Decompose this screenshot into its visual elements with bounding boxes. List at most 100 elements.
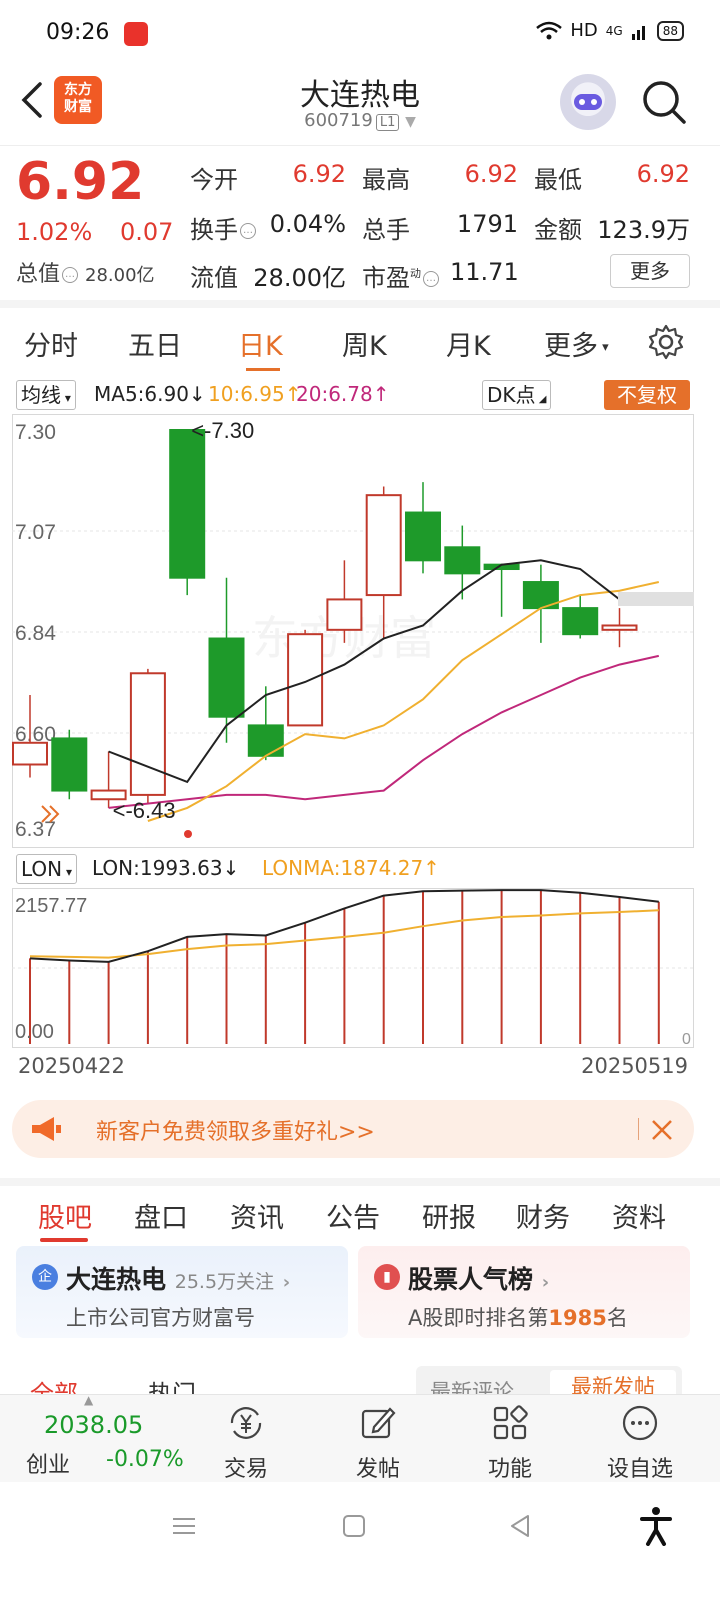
- period-tabs: 分时 五日 日K 周K 月K 更多 ▾: [0, 316, 720, 372]
- lon-selector-dropdown[interactable]: LON ▾: [16, 854, 77, 884]
- assistant-robot-icon[interactable]: [560, 74, 616, 130]
- sort-latest-post[interactable]: 最新发帖: [550, 1370, 676, 1394]
- popularity-ranking-card[interactable]: ▮ 股票人气榜 › A股即时排名第1985名: [358, 1246, 690, 1338]
- watchlist-label: 设自选: [606, 1457, 673, 1482]
- caret-down-icon: ▾: [61, 391, 71, 405]
- tab-pankou[interactable]: 盘口: [134, 1196, 188, 1235]
- dk-label: DK点: [487, 383, 536, 407]
- index-change: -0.07%: [106, 1447, 184, 1472]
- stock-code: 600719: [304, 110, 373, 131]
- y-tick-label: 0.00: [15, 1021, 54, 1043]
- caret-down-icon: ▾: [598, 340, 609, 355]
- close-icon[interactable]: [648, 1116, 676, 1144]
- tab-daily-k[interactable]: 日K: [238, 324, 283, 363]
- active-tab-indicator: [40, 1238, 88, 1242]
- company-card-subtitle: 上市公司官方财富号: [66, 1306, 255, 1330]
- bar-chart-icon: ▮: [374, 1264, 400, 1290]
- enterprise-badge-icon: 企: [32, 1264, 58, 1290]
- stock-header: 东方 财富 大连热电 600719 L1 ▼: [0, 70, 720, 146]
- ma-selector-label: 均线: [21, 383, 61, 407]
- ma-selector-dropdown[interactable]: 均线 ▾: [16, 380, 76, 410]
- ranking-title: 股票人气榜: [408, 1265, 534, 1294]
- x-axis-end-date: 20250519: [581, 1054, 688, 1078]
- app-notification-icon: [124, 22, 148, 46]
- tab-announcements[interactable]: 公告: [326, 1196, 380, 1235]
- caret-up-icon[interactable]: ▲: [84, 1393, 93, 1407]
- y-tick-label: 7.30: [15, 421, 56, 444]
- dk-point-dropdown[interactable]: DK点 ◢: [482, 380, 552, 410]
- more-quote-button[interactable]: 更多: [610, 254, 690, 288]
- tab-profile[interactable]: 资料: [612, 1196, 666, 1235]
- total-market-value[interactable]: 总值… 28.00亿: [16, 256, 155, 288]
- event-dot[interactable]: [184, 830, 192, 838]
- grid-icon: [493, 1405, 528, 1440]
- menu-icon[interactable]: [170, 1512, 198, 1540]
- rank-number: 1985: [548, 1306, 607, 1330]
- rank-suffix: 名: [606, 1306, 628, 1330]
- megaphone-icon: [32, 1117, 61, 1141]
- tab-weekly-k[interactable]: 周K: [342, 324, 387, 363]
- tab-intraday[interactable]: 分时: [24, 324, 78, 363]
- filter-all[interactable]: 全部: [30, 1374, 78, 1394]
- sort-latest-comment[interactable]: 最新评论: [430, 1376, 514, 1394]
- promo-banner[interactable]: 新客户免费领取多重好礼>>: [12, 1100, 694, 1158]
- gear-icon[interactable]: [646, 322, 686, 362]
- tab-five-day[interactable]: 五日: [128, 324, 182, 363]
- search-icon[interactable]: [640, 78, 688, 126]
- ranking-card-subtitle: A股即时排名第1985名: [408, 1302, 628, 1332]
- lon-indicator-chart[interactable]: 2157.77 0.00 0: [12, 888, 694, 1048]
- post-filter-row: 全部 热门 最新评论 最新发帖: [0, 1360, 720, 1394]
- high-annotation: <-7.30: [191, 418, 254, 443]
- low-label: 最低: [534, 166, 582, 194]
- tab-guba[interactable]: 股吧: [38, 1196, 92, 1235]
- pe-dynamic-mark: 动: [410, 267, 421, 280]
- info-icon: …: [62, 267, 79, 283]
- functions-button[interactable]: 功能: [460, 1403, 560, 1483]
- company-account-card[interactable]: 企 大连热电 25.5万关注 › 上市公司官方财富号: [16, 1246, 348, 1338]
- quote-panel: 6.92 1.02% 0.07 总值… 28.00亿 今开 6.92 最高 6.…: [0, 146, 720, 308]
- trade-yen-icon: [230, 1407, 262, 1439]
- add-watchlist-button[interactable]: 设自选: [590, 1403, 690, 1483]
- index-value[interactable]: 2038.05: [44, 1411, 143, 1439]
- accessibility-icon[interactable]: [638, 1506, 674, 1546]
- company-name: 大连热电: [66, 1265, 167, 1294]
- status-indicators: HD 4G 88: [536, 20, 684, 41]
- tab-financials[interactable]: 财务: [516, 1196, 570, 1235]
- index-name[interactable]: 创业: [26, 1447, 70, 1479]
- signal-icon: [631, 25, 645, 40]
- float-mv-value: 28.00亿: [253, 264, 346, 292]
- home-icon[interactable]: [340, 1512, 368, 1540]
- tab-more[interactable]: 更多 ▾: [544, 324, 609, 363]
- post-button[interactable]: 发帖: [328, 1403, 428, 1483]
- lon-value: LON:1993.63↓: [92, 856, 240, 880]
- status-bar: 09:26 HD 4G 88: [0, 0, 720, 70]
- candlestick-chart[interactable]: 东方财富 7.307.076.846.606.37 <-7.30<-6.43: [12, 414, 694, 848]
- info-icon: …: [423, 271, 439, 287]
- signal-label: 4G: [605, 23, 623, 38]
- trade-button[interactable]: 交易: [196, 1403, 296, 1483]
- change-percent: 1.02%: [16, 218, 93, 246]
- turnover-label[interactable]: 换手…: [190, 210, 256, 245]
- open-label: 今开: [190, 166, 238, 194]
- tab-news[interactable]: 资讯: [230, 1196, 284, 1235]
- high-value: 6.92: [464, 160, 518, 188]
- caret-down-icon: ▾: [62, 865, 72, 879]
- back-triangle-icon[interactable]: [506, 1512, 534, 1540]
- lonma-value: LONMA:1874.27↑: [262, 856, 440, 880]
- chevron-right-icon: ›: [541, 1272, 550, 1293]
- followers-count: 25.5万关注: [174, 1271, 275, 1293]
- candle: [169, 429, 206, 596]
- tab-research[interactable]: 研报: [422, 1196, 476, 1235]
- right-axis-label: 0: [682, 1031, 691, 1048]
- no-adjust-button[interactable]: 不复权: [604, 380, 690, 410]
- tab-monthly-k[interactable]: 月K: [446, 324, 491, 363]
- more-dots-icon: [622, 1405, 658, 1441]
- tab-more-label: 更多: [544, 331, 598, 362]
- ma20-value: 20:6.78↑: [296, 382, 390, 406]
- ranking-card-title: 股票人气榜 ›: [408, 1260, 549, 1296]
- filter-hot[interactable]: 热门: [148, 1374, 196, 1394]
- low-annotation: <-6.43: [113, 798, 176, 823]
- promo-text: 新客户免费领取多重好礼>>: [96, 1120, 375, 1145]
- pe-label[interactable]: 市盈动…: [362, 258, 439, 293]
- turnover-value: 0.04%: [269, 210, 346, 238]
